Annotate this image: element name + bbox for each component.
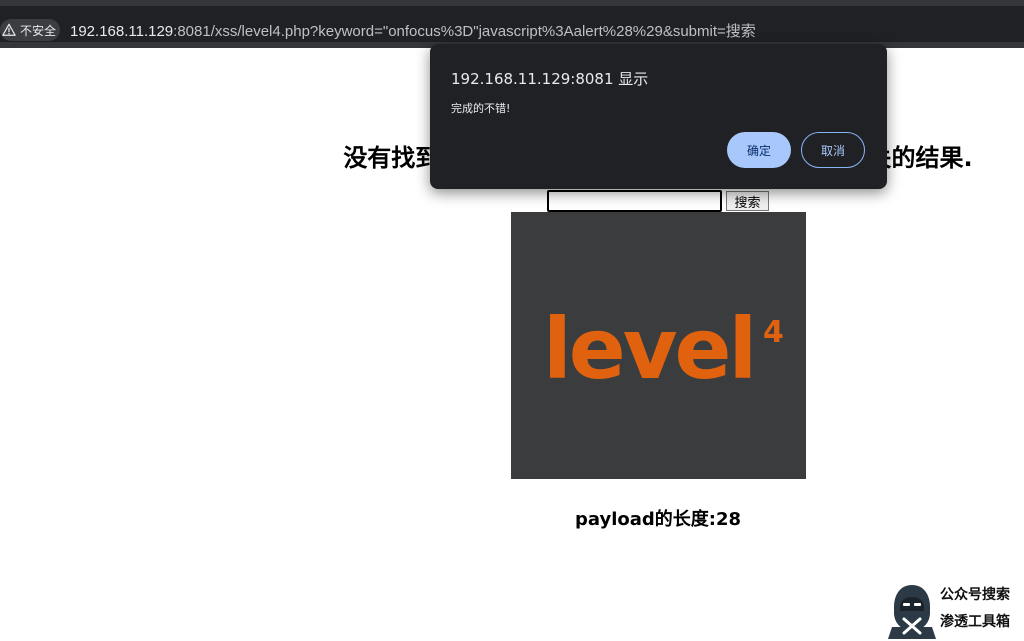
hacker-avatar-icon xyxy=(888,585,936,639)
logo-text: level xyxy=(543,300,754,398)
ok-button[interactable]: 确定 xyxy=(727,132,791,168)
security-indicator[interactable]: 不安全 xyxy=(0,19,60,41)
search-input[interactable] xyxy=(547,190,722,212)
warning-icon xyxy=(2,23,16,36)
payload-length: payload的长度:28 xyxy=(574,509,742,530)
dialog-message: 完成的不错! xyxy=(451,102,511,115)
dialog-title: 192.168.11.129:8081 显示 xyxy=(451,70,649,88)
browser-toolbar: 不安全 192.168.11.129:8081/xss/level4.php?k… xyxy=(0,0,1024,48)
watermark-line2: 渗透工具箱 xyxy=(940,614,1010,630)
search-button[interactable]: 搜索 xyxy=(726,191,769,211)
security-label: 不安全 xyxy=(20,23,57,38)
level-logo: level 4 xyxy=(543,300,784,398)
url-host: 192.168.11.129 xyxy=(70,23,174,40)
watermark-line1: 公众号搜索 xyxy=(940,587,1010,603)
url-text[interactable]: 192.168.11.129:8081/xss/level4.php?keywo… xyxy=(70,20,756,41)
alert-dialog: 192.168.11.129:8081 显示 完成的不错! 确定 取消 xyxy=(430,44,887,189)
level-logo-image: level 4 xyxy=(511,212,806,479)
address-bar[interactable]: 不安全 192.168.11.129:8081/xss/level4.php?k… xyxy=(0,6,1024,42)
url-path: :8081/xss/level4.php?keyword="onfocus%3D… xyxy=(173,23,756,40)
logo-superscript: 4 xyxy=(763,315,784,350)
cancel-button[interactable]: 取消 xyxy=(801,132,865,168)
watermark: 公众号搜索 渗透工具箱 xyxy=(886,580,1024,641)
